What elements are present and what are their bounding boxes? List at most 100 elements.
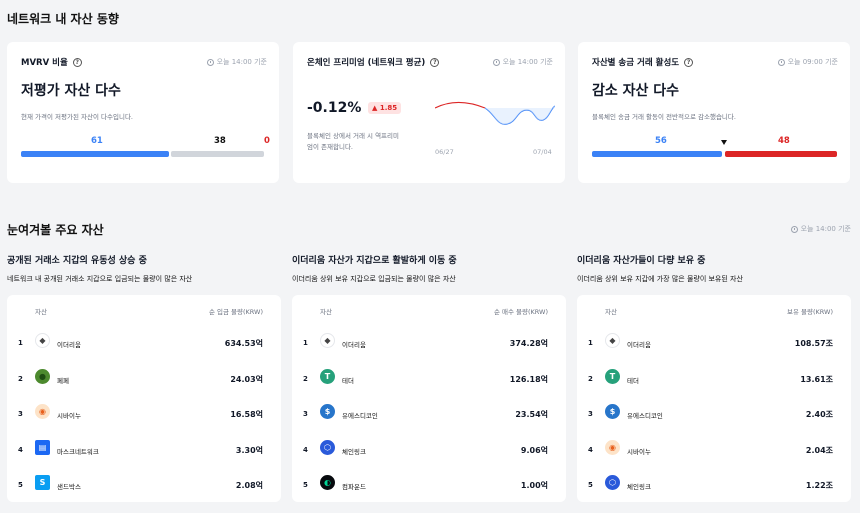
table-row[interactable]: 2 T 테더 13.61조 bbox=[577, 363, 851, 398]
help-icon[interactable]: ? bbox=[72, 57, 82, 67]
row-rank: 1 bbox=[588, 339, 593, 347]
row-rank: 2 bbox=[303, 374, 308, 383]
asset-name[interactable]: 테더 bbox=[627, 375, 639, 385]
asset-name[interactable]: 샌드박스 bbox=[57, 481, 81, 491]
header-value: 보유 물량(KRW) bbox=[786, 308, 833, 316]
column-title: 이더리움 자산가 지갑으로 활발하게 이동 중 bbox=[292, 256, 457, 266]
table-row[interactable]: 3 ◉ 시바이누 16.58억 bbox=[7, 398, 281, 433]
asset-value: 126.18억 bbox=[509, 374, 548, 384]
activity-bar-increase bbox=[725, 151, 837, 157]
chainlink-icon: ⬡ bbox=[320, 439, 335, 455]
asset-value: 2.08억 bbox=[235, 481, 263, 490]
premium-card[interactable]: 온체인 프리미엄 (네트워크 평균) ? 오늘 14:00 기준 -0.12% … bbox=[293, 42, 565, 183]
premium-value: -0.12% bbox=[307, 100, 362, 116]
row-rank: 4 bbox=[303, 445, 308, 454]
pepe-icon: ● bbox=[35, 368, 50, 384]
asset-name[interactable]: 이더리움 bbox=[342, 339, 366, 349]
sandbox-icon: S bbox=[35, 475, 50, 490]
activity-desc: 블록체인 송금 거래 활동이 전반적으로 감소했습니다. bbox=[592, 113, 736, 121]
clock-icon bbox=[492, 58, 500, 66]
tether-icon: T bbox=[605, 368, 620, 384]
row-rank: 3 bbox=[18, 410, 23, 418]
column-title: 공개된 거래소 지갑의 유동성 상승 중 bbox=[7, 256, 147, 266]
row-rank: 5 bbox=[303, 481, 308, 489]
asset-name[interactable]: 유에스디코인 bbox=[627, 410, 663, 420]
activity-time: 오늘 09:00 기준 bbox=[787, 58, 838, 66]
usdc-icon: $ bbox=[320, 404, 335, 419]
table-row[interactable]: 2 ● 페페 24.03억 bbox=[7, 363, 281, 398]
row-rank: 2 bbox=[588, 374, 593, 383]
table-row[interactable]: 4 ◉ 시바이누 2.04조 bbox=[577, 434, 851, 469]
network-section-title: 네트워크 내 자산 동향 bbox=[7, 12, 119, 26]
help-icon[interactable]: ? bbox=[430, 57, 440, 67]
mvrv-mid-value: 38 bbox=[214, 136, 226, 146]
table-row[interactable]: 1 ◆ 이더리움 374.28억 bbox=[292, 327, 566, 362]
mvrv-bar-neutral bbox=[171, 151, 264, 157]
asset-value: 3.30억 bbox=[235, 445, 263, 455]
table-row[interactable]: 5 ◐ 컴파운드 1.00억 bbox=[292, 469, 566, 504]
table-row[interactable]: 2 T 테더 126.18억 bbox=[292, 363, 566, 398]
premium-x-end: 07/04 bbox=[533, 148, 552, 156]
activity-marker-icon bbox=[721, 140, 727, 145]
asset-name[interactable]: 유에스디코인 bbox=[342, 410, 378, 420]
table-row[interactable]: 5 S 샌드박스 2.08억 bbox=[7, 469, 281, 504]
row-rank: 4 bbox=[588, 445, 593, 454]
asset-name[interactable]: 시바이누 bbox=[627, 446, 651, 456]
clock-icon bbox=[206, 58, 214, 66]
asset-name[interactable]: 마스크네트워크 bbox=[57, 446, 99, 456]
header-asset: 자산 bbox=[320, 308, 332, 316]
table-row[interactable]: 5 ⬡ 체인링크 1.22조 bbox=[577, 469, 851, 504]
asset-name[interactable]: 체인링크 bbox=[342, 446, 366, 456]
usdc-icon: $ bbox=[605, 404, 620, 419]
asset-name[interactable]: 시바이누 bbox=[57, 410, 81, 420]
row-rank: 1 bbox=[303, 339, 308, 347]
asset-name[interactable]: 이더리움 bbox=[627, 339, 651, 349]
asset-value: 23.54억 bbox=[515, 410, 548, 419]
chainlink-icon: ⬡ bbox=[605, 475, 620, 490]
asset-value: 634.53억 bbox=[224, 339, 263, 348]
table-row[interactable]: 1 ◆ 이더리움 634.53억 bbox=[7, 327, 281, 362]
table-row[interactable]: 4 ▤ 마스크네트워크 3.30억 bbox=[7, 434, 281, 469]
header-asset: 자산 bbox=[605, 308, 617, 316]
asset-value: 1.00억 bbox=[520, 481, 548, 490]
table-row[interactable]: 1 ◆ 이더리움 108.57조 bbox=[577, 327, 851, 362]
table-row[interactable]: 3 $ 유에스디코인 23.54억 bbox=[292, 398, 566, 433]
asset-value: 16.58억 bbox=[230, 410, 263, 419]
row-rank: 3 bbox=[303, 410, 308, 418]
header-value: 순 매수 물량(KRW) bbox=[493, 308, 548, 316]
row-rank: 1 bbox=[18, 339, 23, 347]
activity-card[interactable]: 자산별 송금 거래 활성도 ? 오늘 09:00 기준 감소 자산 다수 블록체… bbox=[578, 42, 850, 183]
table-row[interactable]: 4 ⬡ 체인링크 9.06억 bbox=[292, 434, 566, 469]
ethereum-icon: ◆ bbox=[320, 333, 335, 348]
mask-network-icon: ▤ bbox=[35, 439, 50, 455]
mvrv-desc: 현재 가격이 저평가된 자산이 다수입니다. bbox=[21, 113, 133, 121]
table-row[interactable]: 3 $ 유에스디코인 2.40조 bbox=[577, 398, 851, 433]
asset-name[interactable]: 체인링크 bbox=[627, 481, 651, 491]
shiba-inu-icon: ◉ bbox=[605, 439, 620, 455]
mvrv-headline: 저평가 자산 다수 bbox=[21, 83, 121, 99]
header-asset: 자산 bbox=[35, 308, 47, 316]
help-icon[interactable]: ? bbox=[684, 57, 694, 67]
asset-value: 24.03억 bbox=[230, 374, 263, 384]
shiba-inu-icon: ◉ bbox=[35, 404, 50, 419]
row-rank: 3 bbox=[588, 410, 593, 418]
mvrv-bar-undervalued bbox=[21, 151, 169, 157]
column-subtitle: 네트워크 내 공개된 거래소 지갑으로 입금되는 물량이 많은 자산 bbox=[7, 275, 193, 283]
row-rank: 4 bbox=[18, 445, 23, 454]
column-subtitle: 이더리움 상위 보유 지갑으로 입금되는 물량이 많은 자산 bbox=[292, 275, 456, 283]
mvrv-left-value: 61 bbox=[91, 136, 103, 146]
activity-title: 자산별 송금 거래 활성도 bbox=[592, 58, 680, 68]
premium-time: 오늘 14:00 기준 bbox=[502, 58, 553, 66]
asset-value: 13.61조 bbox=[800, 374, 833, 384]
asset-name[interactable]: 이더리움 bbox=[57, 339, 81, 349]
activity-headline: 감소 자산 다수 bbox=[592, 83, 680, 99]
compound-icon: ◐ bbox=[320, 475, 335, 490]
premium-x-start: 06/27 bbox=[435, 148, 454, 156]
mvrv-card[interactable]: MVRV 비율 ? 오늘 14:00 기준 저평가 자산 다수 현재 가격이 저… bbox=[7, 42, 279, 183]
asset-name[interactable]: 페페 bbox=[57, 375, 69, 385]
asset-name[interactable]: 컴파운드 bbox=[342, 481, 366, 491]
tether-icon: T bbox=[320, 368, 335, 384]
asset-name[interactable]: 테더 bbox=[342, 375, 354, 385]
clock-icon bbox=[777, 58, 785, 66]
mvrv-right-value: 0 bbox=[264, 136, 270, 146]
